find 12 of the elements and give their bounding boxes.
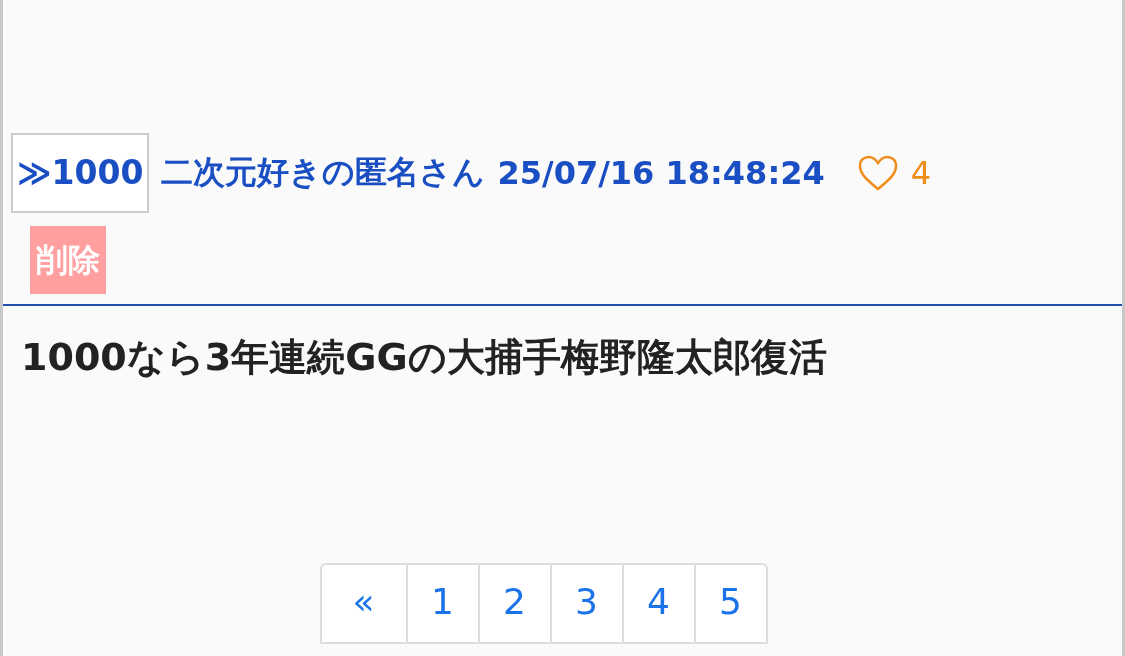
page-link[interactable]: 4 [621, 563, 696, 644]
page-link[interactable]: 2 [477, 563, 552, 644]
author-name: 二次元好きの匿名さん [161, 152, 486, 193]
like-count: 4 [910, 154, 932, 192]
heart-icon[interactable] [856, 154, 899, 192]
page-link[interactable]: 1 [405, 563, 480, 644]
post-timestamp: 25/07/16 18:48:24 [497, 154, 825, 192]
page-link[interactable]: 3 [549, 563, 624, 644]
page-link[interactable]: 5 [693, 563, 768, 644]
reply-anchor-link[interactable]: ≫1000 [11, 133, 150, 213]
post-body: 1000なら3年連続GGの大捕手梅野隆太郎復活 [20, 334, 828, 381]
page-link[interactable]: « [319, 563, 408, 644]
